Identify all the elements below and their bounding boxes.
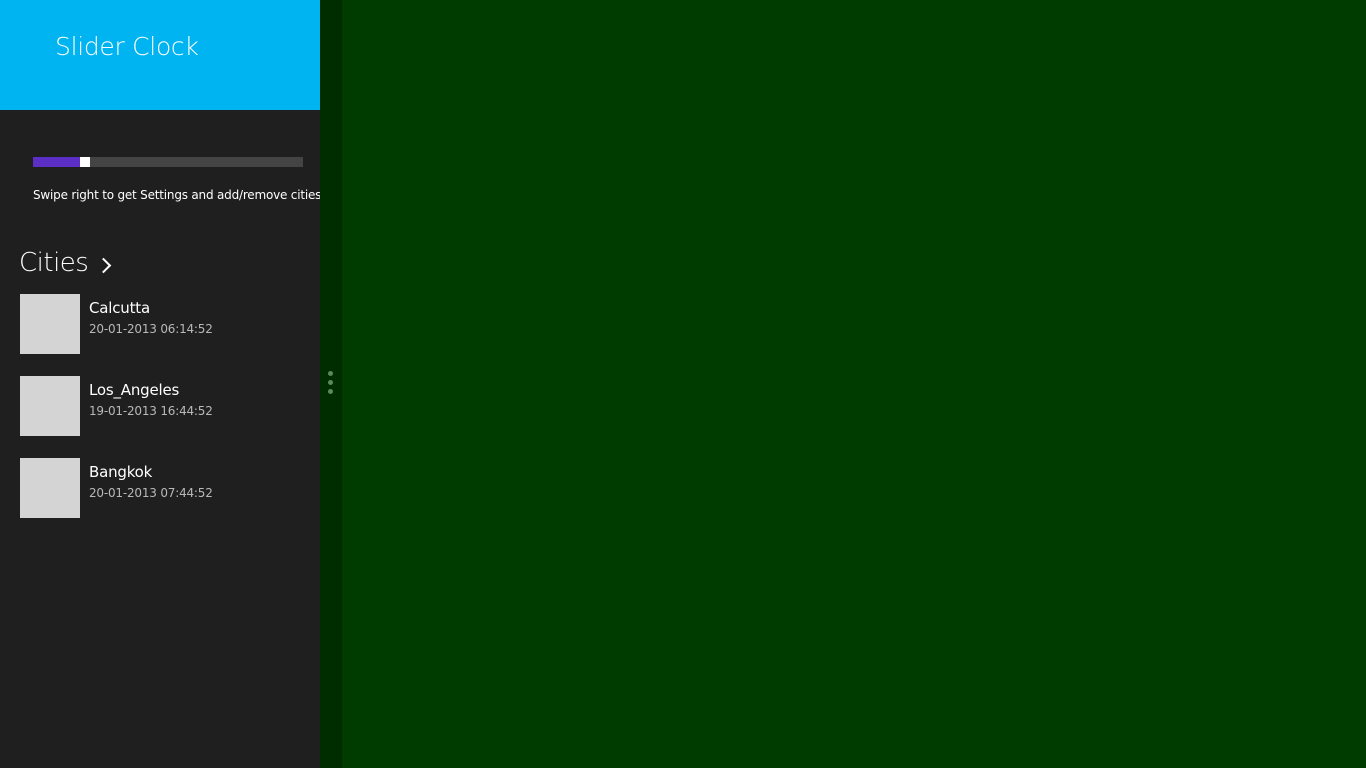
- slider-thumb[interactable]: [80, 157, 90, 167]
- slider-fill: [33, 157, 80, 167]
- city-name: Calcutta: [89, 299, 150, 317]
- city-list-item[interactable]: Calcutta 20-01-2013 06:14:52: [20, 294, 310, 354]
- grip-dot: [328, 380, 333, 385]
- snap-splitter[interactable]: [320, 0, 342, 768]
- time-slider[interactable]: [33, 157, 303, 167]
- city-thumbnail: [20, 294, 80, 354]
- app-title: Slider Clock: [55, 32, 199, 61]
- city-time: 19-01-2013 16:44:52: [89, 404, 213, 418]
- city-time: 20-01-2013 07:44:52: [89, 486, 213, 500]
- vertical-grip-icon[interactable]: [328, 371, 334, 397]
- settings-hint-text: Swipe right to get Settings and add/remo…: [33, 188, 325, 202]
- cities-title: Cities: [19, 248, 89, 278]
- app-header: Slider Clock: [0, 0, 320, 110]
- city-name: Los_Angeles: [89, 381, 180, 399]
- city-time: 20-01-2013 06:14:52: [89, 322, 213, 336]
- city-thumbnail: [20, 458, 80, 518]
- city-thumbnail: [20, 376, 80, 436]
- cities-section-header[interactable]: Cities: [19, 248, 112, 278]
- city-list-item[interactable]: Los_Angeles 19-01-2013 16:44:52: [20, 376, 310, 436]
- grip-dot: [328, 371, 333, 376]
- main-app-area: [342, 0, 1366, 768]
- snapped-app-pane: Slider Clock Swipe right to get Settings…: [0, 0, 325, 768]
- city-list: Calcutta 20-01-2013 06:14:52 Los_Angeles…: [20, 294, 310, 540]
- city-name: Bangkok: [89, 463, 153, 481]
- city-list-item[interactable]: Bangkok 20-01-2013 07:44:52: [20, 458, 310, 518]
- grip-dot: [328, 389, 333, 394]
- chevron-right-icon: [96, 257, 112, 273]
- app-window: Slider Clock Swipe right to get Settings…: [0, 0, 1366, 768]
